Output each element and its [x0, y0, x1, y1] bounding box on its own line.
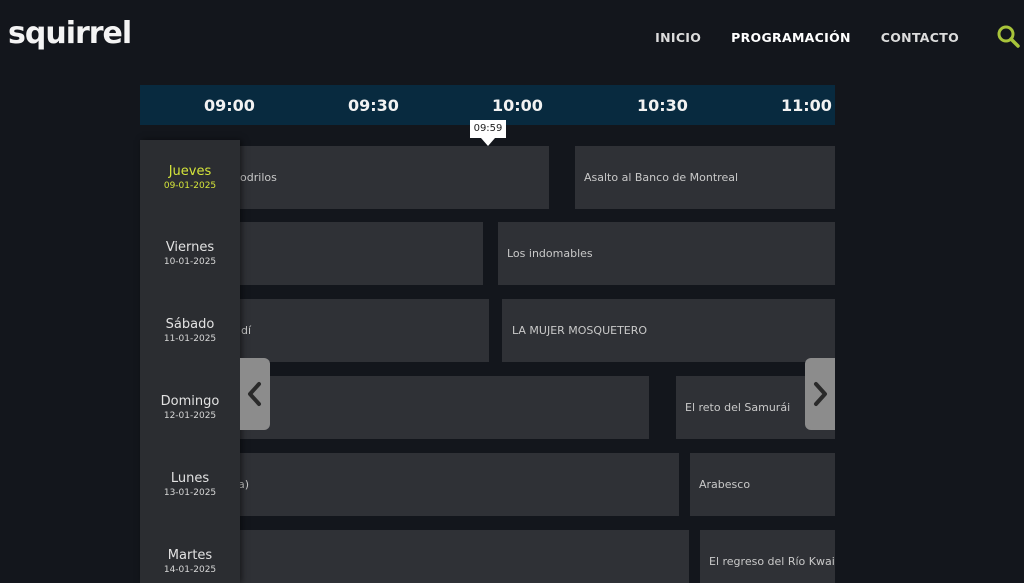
day-name: Lunes: [170, 471, 210, 486]
program-card[interactable]: ens: [220, 376, 649, 439]
day-name: Viernes: [165, 240, 215, 255]
program-card[interactable]: Arabesco: [690, 453, 835, 516]
day-date: 13-01-2025: [163, 488, 217, 498]
day-item-viernes[interactable]: Viernes 10-01-2025: [140, 240, 240, 267]
day-date: 10-01-2025: [163, 257, 217, 267]
time-label: 10:00: [492, 96, 543, 115]
day-date: 14-01-2025: [163, 565, 217, 575]
scroll-left-button[interactable]: [240, 358, 270, 430]
day-name: Domingo: [160, 394, 220, 409]
program-card[interactable]: [220, 222, 483, 285]
day-name: Sábado: [165, 317, 215, 332]
program-card[interactable]: Los indomables: [498, 222, 835, 285]
program-card[interactable]: a): [220, 453, 679, 516]
program-card[interactable]: codrilos: [220, 146, 549, 209]
program-card[interactable]: El regreso del Río Kwai: [700, 530, 835, 583]
nav-programacion[interactable]: PROGRAMACIÓN: [731, 30, 851, 45]
time-label: 11:00: [781, 96, 832, 115]
scroll-right-button[interactable]: [805, 358, 835, 430]
time-label: 09:30: [348, 96, 399, 115]
time-label: 10:30: [637, 96, 688, 115]
site-header: squirrel INICIO PROGRAMACIÓN CONTACTO: [0, 0, 1024, 76]
program-card[interactable]: udí: [220, 299, 489, 362]
program-card[interactable]: [220, 530, 689, 583]
chevron-right-icon: [814, 382, 827, 406]
current-time-tooltip: 09:59: [470, 120, 506, 146]
day-item-domingo[interactable]: Domingo 12-01-2025: [140, 394, 240, 421]
nav-inicio[interactable]: INICIO: [655, 30, 701, 45]
program-card[interactable]: LA MUJER MOSQUETERO: [502, 299, 835, 362]
chevron-left-icon: [248, 382, 261, 406]
program-card[interactable]: Asalto al Banco de Montreal: [575, 146, 835, 209]
day-item-lunes[interactable]: Lunes 13-01-2025: [140, 471, 240, 498]
nav-contacto[interactable]: CONTACTO: [881, 30, 959, 45]
logo[interactable]: squirrel: [8, 16, 132, 51]
time-label: 09:00: [204, 96, 255, 115]
day-date: 11-01-2025: [163, 334, 217, 344]
search-icon[interactable]: [996, 24, 1020, 48]
timeline-bar: 09:00 09:30 10:00 10:30 11:00: [140, 85, 835, 125]
day-item-jueves[interactable]: Jueves 09-01-2025: [140, 164, 240, 191]
day-selector: Jueves 09-01-2025 Viernes 10-01-2025 Sáb…: [140, 140, 240, 583]
day-name: Jueves: [168, 164, 212, 179]
main-nav: INICIO PROGRAMACIÓN CONTACTO: [655, 30, 959, 45]
day-date: 09-01-2025: [163, 181, 217, 191]
day-item-sabado[interactable]: Sábado 11-01-2025: [140, 317, 240, 344]
day-name: Martes: [167, 548, 213, 563]
day-item-martes[interactable]: Martes 14-01-2025: [140, 548, 240, 575]
day-date: 12-01-2025: [163, 411, 217, 421]
